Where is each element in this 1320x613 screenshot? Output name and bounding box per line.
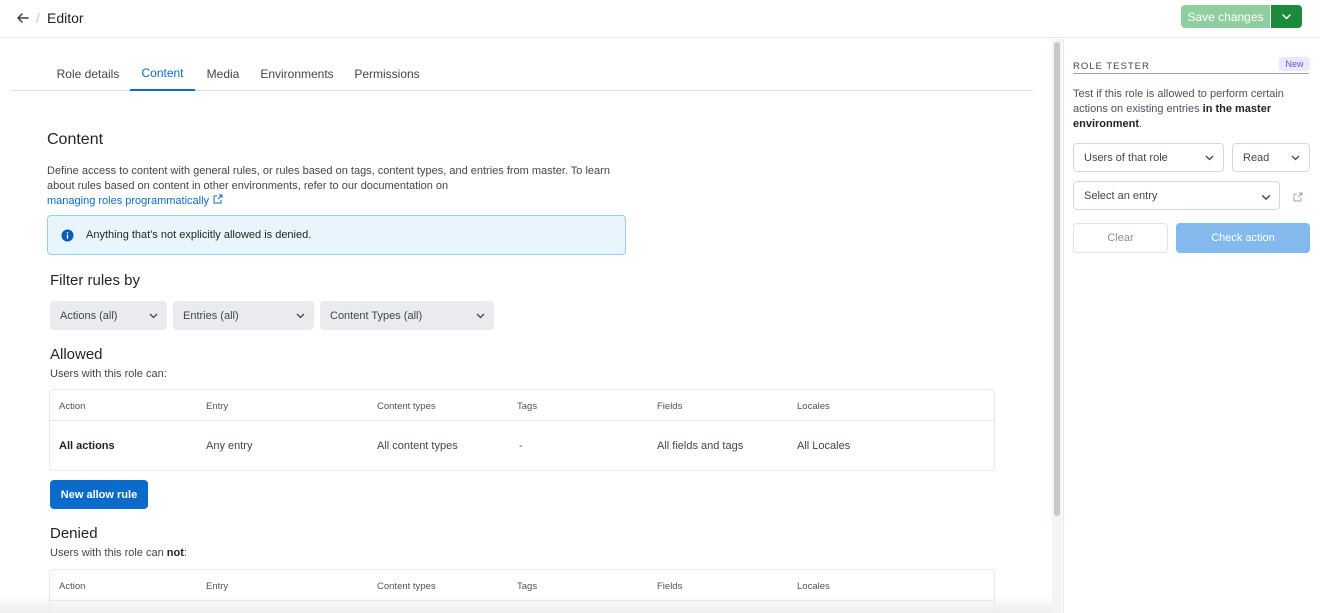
column-header-fields: Fields — [657, 401, 683, 412]
tab-environments[interactable]: Environments — [255, 56, 339, 91]
denied-subtitle-suffix: : — [183, 547, 187, 559]
denied-subtitle: Users with this role can not: — [50, 547, 187, 559]
content-heading: Content — [47, 131, 104, 148]
role-tester-desc-end: . — [1139, 118, 1143, 130]
role-tester-description: Test if this role is allowed to perform … — [1073, 87, 1309, 132]
chevron-down-icon — [1260, 191, 1271, 202]
clear-button[interactable]: Clear — [1073, 223, 1168, 253]
role-tester-heading: ROLE TESTER — [1073, 61, 1150, 72]
back-arrow-icon[interactable] — [14, 9, 32, 27]
column-header-content-types: Content types — [377, 401, 436, 412]
column-header-fields: Fields — [657, 581, 683, 592]
denied-heading: Denied — [50, 525, 98, 542]
tab-role-details[interactable]: Role details — [50, 56, 126, 91]
documentation-link-text[interactable]: managing roles programmatically — [47, 195, 209, 207]
chevron-down-icon — [148, 310, 159, 321]
entry-select-value: Select an entry — [1084, 189, 1158, 202]
check-action-button[interactable]: Check action — [1176, 223, 1310, 253]
user-type-value: Users of that role — [1084, 151, 1168, 164]
column-header-locales: Locales — [797, 581, 830, 592]
denied-subtitle-prefix: Users with this role can — [50, 547, 167, 559]
entry-select[interactable]: Select an entry — [1073, 181, 1280, 210]
entries-filter-select[interactable]: Entries (all) — [173, 301, 314, 330]
column-header-tags: Tags — [517, 581, 538, 592]
column-header-entry: Entry — [206, 581, 229, 592]
chevron-down-icon — [295, 310, 306, 321]
external-link-icon — [213, 194, 223, 207]
content-types-filter-select[interactable]: Content Types (all) — [320, 301, 494, 330]
tab-bar: Role details Content Media Environments … — [11, 56, 1033, 91]
cell-fields: All fields and tags — [657, 440, 744, 452]
external-link-icon[interactable] — [1292, 190, 1304, 202]
page-title: Editor — [47, 10, 84, 26]
action-value: Read — [1243, 151, 1270, 164]
cell-entry: Any entry — [206, 440, 253, 452]
new-badge: New — [1279, 57, 1310, 71]
cell-content-types: All content types — [377, 440, 458, 452]
denied-subtitle-emphasis: not — [166, 547, 184, 559]
role-tester-divider — [1073, 73, 1309, 74]
tab-media[interactable]: Media — [201, 56, 245, 91]
action-select[interactable]: Read — [1232, 143, 1310, 172]
content-description: Define access to content with general ru… — [47, 165, 610, 192]
allowed-table-header: Action Entry Content types Tags Fields L… — [50, 390, 994, 421]
info-note: Anything that's not explicitly allowed i… — [47, 215, 626, 255]
cell-action: All actions — [59, 440, 115, 452]
bottom-fade — [0, 596, 1052, 613]
column-header-entry: Entry — [206, 401, 229, 412]
filter-heading: Filter rules by — [50, 272, 141, 289]
main-scrollbar-thumb[interactable] — [1054, 42, 1060, 516]
column-header-content-types: Content types — [377, 581, 436, 592]
new-allow-rule-button[interactable]: New allow rule — [50, 480, 148, 509]
chevron-down-icon — [1290, 152, 1301, 163]
cell-tags: - — [519, 440, 523, 452]
allowed-heading: Allowed — [50, 346, 103, 363]
column-header-action: Action — [59, 581, 86, 592]
cell-locales: All Locales — [797, 440, 851, 452]
save-changes-button[interactable]: Save changes — [1181, 5, 1270, 28]
info-note-text: Anything that's not explicitly allowed i… — [86, 229, 312, 241]
info-icon — [61, 229, 74, 242]
top-bar: / Editor Save changes — [0, 0, 1320, 38]
allowed-rules-table: Action Entry Content types Tags Fields L… — [49, 389, 995, 471]
breadcrumb-separator: / — [36, 10, 40, 26]
entries-filter-value: Entries (all) — [183, 309, 239, 322]
column-header-action: Action — [59, 401, 86, 412]
tab-content[interactable]: Content — [130, 56, 195, 91]
user-type-select[interactable]: Users of that role — [1073, 143, 1224, 172]
content-types-filter-value: Content Types (all) — [330, 309, 423, 322]
actions-filter-value: Actions (all) — [60, 309, 118, 322]
column-header-tags: Tags — [517, 401, 538, 412]
documentation-link[interactable]: managing roles programmatically — [47, 194, 223, 207]
allowed-subtitle: Users with this role can: — [50, 368, 167, 380]
tab-permissions[interactable]: Permissions — [349, 56, 425, 91]
table-row[interactable]: All actions Any entry All content types … — [50, 421, 994, 470]
save-button-group: Save changes — [1181, 5, 1302, 28]
actions-filter-select[interactable]: Actions (all) — [50, 301, 167, 330]
save-options-chevron-down-icon[interactable] — [1271, 5, 1302, 28]
column-header-locales: Locales — [797, 401, 830, 412]
chevron-down-icon — [475, 310, 486, 321]
chevron-down-icon — [1204, 152, 1215, 163]
